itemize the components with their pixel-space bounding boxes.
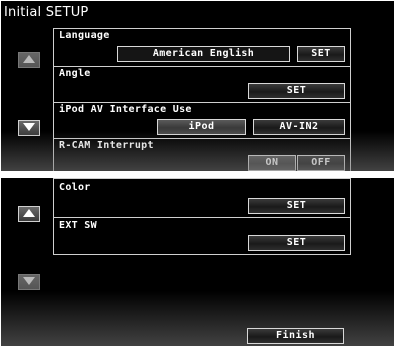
setting-language: Language American English SET	[54, 29, 350, 65]
settings-list: Color SET EXT SW SET	[53, 178, 351, 255]
triangle-up-icon	[23, 209, 35, 217]
initial-setup-screen-page-2: Color SET EXT SW SET Finish	[1, 178, 394, 346]
scroll-up-button[interactable]	[18, 52, 40, 68]
finish-button[interactable]: Finish	[247, 328, 344, 344]
triangle-up-icon	[23, 55, 35, 63]
ext-sw-label: EXT SW	[59, 220, 97, 231]
scroll-down-button[interactable]	[18, 274, 40, 290]
rcam-label: R-CAM Interrupt	[59, 140, 154, 151]
settings-list: Language American English SET Angle SET …	[53, 28, 351, 171]
scroll-up-button[interactable]	[18, 206, 40, 222]
angle-set-button[interactable]: SET	[248, 83, 345, 99]
setting-ipod-av-interface: iPod AV Interface Use iPod AV-IN2	[54, 102, 350, 139]
ipod-option-button[interactable]: iPod	[157, 119, 246, 135]
ext-sw-set-button[interactable]: SET	[248, 235, 345, 251]
triangle-down-icon	[23, 277, 35, 285]
angle-label: Angle	[59, 68, 91, 79]
ipod-av-label: iPod AV Interface Use	[59, 104, 192, 115]
color-set-button[interactable]: SET	[248, 198, 345, 214]
setting-angle: Angle SET	[54, 66, 350, 103]
triangle-down-icon	[23, 123, 35, 131]
setting-ext-sw: EXT SW SET	[54, 217, 350, 256]
setting-rcam-interrupt: R-CAM Interrupt ON OFF	[54, 138, 350, 171]
language-label: Language	[59, 30, 110, 41]
page-title: Initial SETUP	[4, 5, 89, 20]
rcam-off-button[interactable]: OFF	[297, 155, 345, 171]
setting-color: Color SET	[54, 179, 350, 216]
av-in2-option-button[interactable]: AV-IN2	[253, 119, 345, 135]
language-set-button[interactable]: SET	[297, 46, 345, 62]
rcam-on-button[interactable]: ON	[248, 155, 296, 171]
color-label: Color	[59, 182, 91, 193]
scroll-down-button[interactable]	[18, 120, 40, 136]
initial-setup-screen-page-1: Initial SETUP Language American English …	[1, 1, 394, 171]
language-value: American English	[117, 46, 290, 62]
